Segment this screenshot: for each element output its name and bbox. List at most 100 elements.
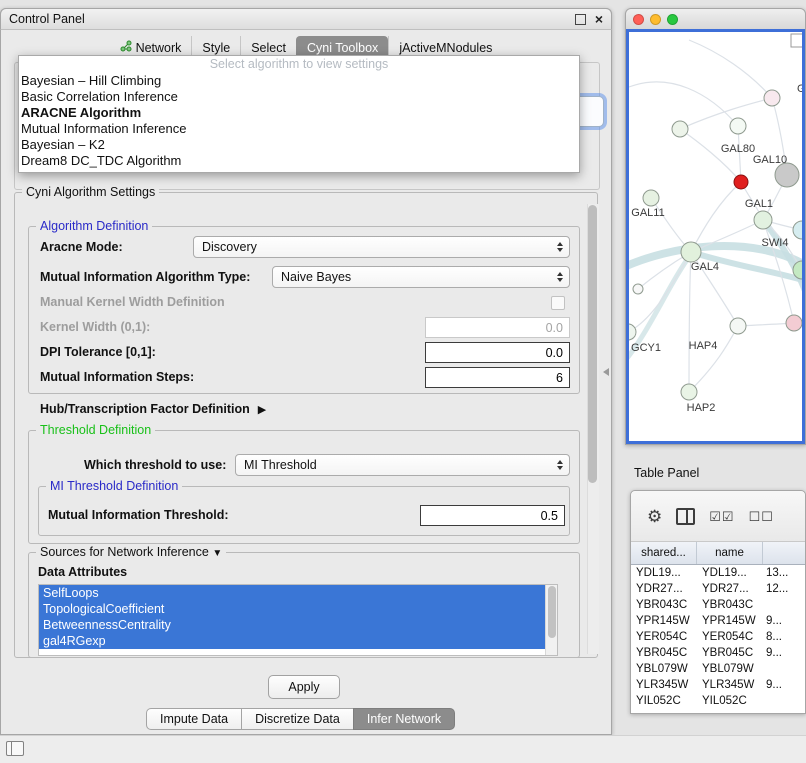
node-label-gal80: GAL80 (721, 143, 755, 155)
mi-threshold-group-title: MI Threshold Definition (46, 479, 182, 493)
node-label-swi4: SWI4 (762, 237, 789, 249)
column-header-shared-name[interactable]: shared... (631, 542, 697, 564)
minimize-window-button[interactable] (650, 14, 661, 25)
network-node-hap2[interactable] (681, 384, 697, 400)
network-tab-icon (120, 40, 132, 55)
settings-gear-icon[interactable]: ⚙ (647, 508, 662, 525)
tab-label: Network (136, 41, 182, 55)
network-node-gal11[interactable] (643, 190, 659, 206)
hub-section-label: Hub/Transcription Factor Definition (40, 398, 250, 420)
table-row[interactable]: YDL19...YDL19...13... (631, 565, 805, 581)
network-node-gcy1[interactable] (629, 324, 636, 340)
tab-impute-data[interactable]: Impute Data (146, 708, 242, 730)
close-panel-icon[interactable]: × (595, 13, 603, 25)
sources-group-title[interactable]: Sources for Network Inference ▼ (36, 545, 226, 561)
list-item-topologicalcoefficient[interactable]: TopologicalCoefficient (39, 601, 549, 617)
node-label-gal7: GAL7 (797, 83, 804, 95)
network-canvas[interactable]: GAL7 GAL80 GAL10 GAL11 GAL1 SWI4 GAL4 GC… (626, 29, 805, 444)
mi-threshold-field[interactable] (420, 505, 565, 526)
collapse-arrow-icon: ▼ (212, 548, 222, 559)
which-threshold-value: MI Threshold (244, 458, 317, 472)
node-label-gal1: GAL1 (745, 198, 773, 210)
list-item-betweennesscentrality[interactable]: BetweennessCentrality (39, 617, 549, 633)
list-item-selfloops[interactable]: SelfLoops (39, 585, 549, 601)
mi-steps-field[interactable] (425, 367, 570, 388)
expand-arrow-icon: ▶ (258, 403, 266, 416)
apply-button[interactable]: Apply (268, 675, 340, 699)
birdseye-view-box[interactable] (791, 34, 804, 47)
network-node-gal80[interactable] (730, 118, 746, 134)
network-node-hap4[interactable] (730, 318, 746, 334)
network-node-swi4[interactable] (793, 221, 804, 239)
table-row[interactable]: YDR27...YDR27...12... (631, 581, 805, 597)
network-graph[interactable]: GAL7 GAL80 GAL10 GAL11 GAL1 SWI4 GAL4 GC… (629, 32, 804, 443)
combo-arrows-icon (557, 460, 563, 470)
data-attributes-list: SelfLoops TopologicalCoefficient Between… (38, 584, 558, 656)
table-row[interactable]: YER054CYER054C8... (631, 629, 805, 645)
dpi-tolerance-field[interactable] (425, 342, 570, 363)
network-node[interactable] (786, 315, 802, 331)
network-node[interactable] (633, 284, 643, 294)
tab-label: Cyni Toolbox (307, 41, 378, 55)
network-node[interactable] (764, 90, 780, 106)
bottom-status-strip (0, 735, 806, 763)
tab-label: Select (251, 41, 286, 55)
data-attributes-label: Data Attributes (38, 561, 127, 583)
dropdown-item-aracne[interactable]: ARACNE Algorithm (19, 105, 579, 121)
mi-steps-label: Mutual Information Steps: (40, 366, 194, 388)
network-node-gal10-highlighted[interactable] (734, 175, 748, 189)
tab-infer-network[interactable]: Infer Network (353, 708, 455, 730)
table-row[interactable]: YBL079WYBL079W (631, 661, 805, 677)
network-node[interactable] (672, 121, 688, 137)
splitter-collapse-handle[interactable] (603, 368, 609, 376)
tab-label: jActiveMNodules (399, 41, 492, 55)
table-row[interactable]: YIL052CYIL052C (631, 693, 805, 709)
algorithm-dropdown-list: Select algorithm to view settings Bayesi… (18, 55, 580, 173)
zoom-window-button[interactable] (667, 14, 678, 25)
dropdown-item-bayesian-k2[interactable]: Bayesian – K2 (19, 137, 579, 153)
show-panel-icon[interactable] (6, 741, 24, 756)
mi-threshold-label: Mutual Information Threshold: (48, 504, 229, 526)
aracne-mode-label: Aracne Mode: (40, 236, 123, 258)
kernel-width-field[interactable] (425, 317, 570, 338)
column-header-extra[interactable] (763, 542, 805, 564)
list-scrollbar[interactable] (545, 585, 557, 655)
hub-section-toggle[interactable]: Hub/Transcription Factor Definition ▶ (40, 398, 266, 420)
network-node-large[interactable] (775, 163, 799, 187)
network-node-gal1[interactable] (754, 211, 772, 229)
dropdown-item-dream8[interactable]: Dream8 DC_TDC Algorithm (19, 153, 579, 169)
dropdown-item-bayesian-hill-climbing[interactable]: Bayesian – Hill Climbing (19, 73, 579, 89)
which-threshold-select[interactable]: MI Threshold (235, 454, 570, 476)
table-row[interactable]: YBR043CYBR043C (631, 597, 805, 613)
aracne-mode-select[interactable]: Discovery (193, 236, 570, 258)
column-selector-icon[interactable] (676, 508, 695, 525)
table-row[interactable]: YPR145WYPR145W9... (631, 613, 805, 629)
table-row[interactable]: YBR045CYBR045C9... (631, 645, 805, 661)
list-item-gal4rgexp[interactable]: gal4RGexp (39, 633, 549, 649)
dropdown-item-basic-correlation[interactable]: Basic Correlation Inference (19, 89, 579, 105)
bottom-tab-bar: Impute Data Discretize Data Infer Networ… (146, 708, 455, 730)
threshold-definition-title: Threshold Definition (36, 423, 155, 437)
dropdown-item-mutual-information[interactable]: Mutual Information Inference (19, 121, 579, 137)
mi-algorithm-type-label: Mutual Information Algorithm Type: (40, 266, 250, 288)
table-row[interactable]: YLR345WYLR345W9... (631, 677, 805, 693)
settings-scrollbar-thumb[interactable] (588, 205, 597, 483)
float-panel-icon[interactable] (575, 14, 586, 25)
node-label-gcy1: GCY1 (631, 342, 661, 354)
deselect-all-checkboxes-icon[interactable]: ☐☐ (749, 508, 774, 525)
manual-kernel-checkbox[interactable] (551, 296, 565, 310)
manual-kernel-label: Manual Kernel Width Definition (40, 291, 225, 313)
network-node-gal4[interactable] (681, 242, 701, 262)
panel-title: Control Panel (9, 12, 575, 26)
mi-algorithm-type-select[interactable]: Naive Bayes (272, 266, 570, 288)
mi-algorithm-type-value: Naive Bayes (281, 270, 351, 284)
list-scrollbar-thumb[interactable] (548, 586, 556, 638)
tab-discretize-data[interactable]: Discretize Data (241, 708, 354, 730)
close-window-button[interactable] (633, 14, 644, 25)
aracne-mode-value: Discovery (202, 240, 257, 254)
node-label-hap4: HAP4 (689, 340, 718, 352)
table-panel-window: ⚙ ☑☑ ☐☐ shared... name YDL19...YDL19...1… (630, 490, 806, 714)
select-all-checkboxes-icon[interactable]: ☑☑ (709, 508, 734, 525)
column-header-name[interactable]: name (697, 542, 763, 564)
node-label-hap2: HAP2 (687, 402, 716, 414)
